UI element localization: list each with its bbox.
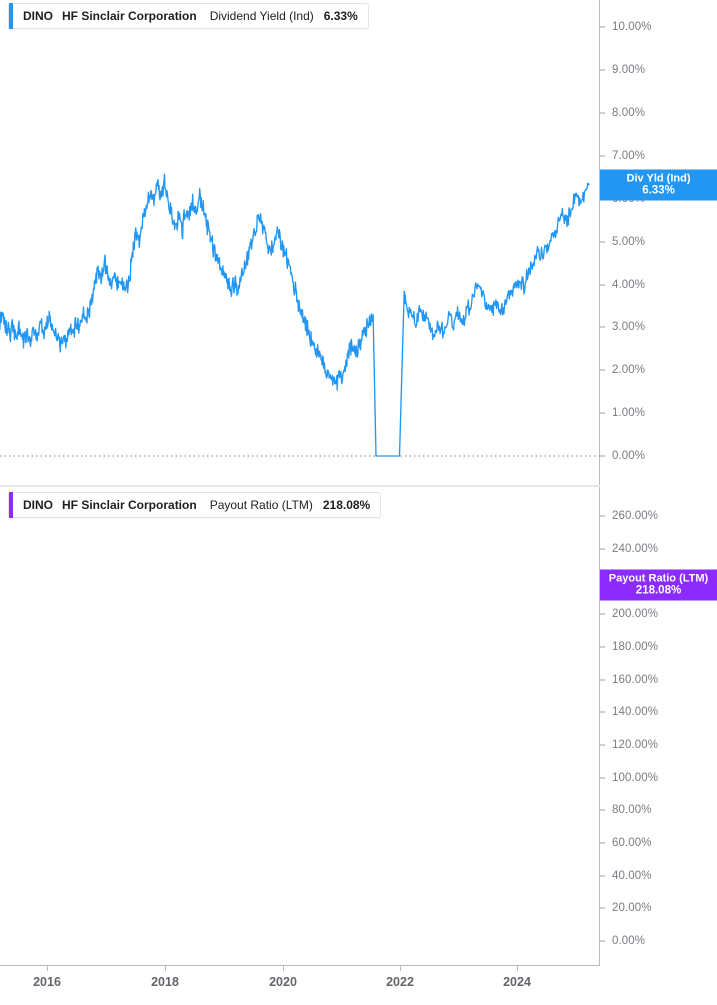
- x-tick-mark: [400, 965, 401, 971]
- legend-company-payout: HF Sinclair Corporation: [62, 498, 197, 512]
- badge-value-payout: 218.08%: [635, 584, 682, 597]
- y-tick-mark: [600, 455, 605, 457]
- y-tick-label: 140.00%: [612, 706, 659, 719]
- y-tick-mark: [600, 679, 605, 681]
- y-tick-mark: [600, 613, 605, 615]
- y-tick-label: 2.00%: [612, 364, 646, 377]
- legend-dividend-yield[interactable]: DINO HF Sinclair Corporation Dividend Yi…: [8, 3, 369, 29]
- legend-value-payout: 218.08%: [322, 498, 371, 512]
- legend-color-swatch-yield: [9, 3, 13, 29]
- legend-color-swatch-payout: [9, 492, 13, 518]
- financial-chart-page: DINO HF Sinclair Corporation Dividend Yi…: [0, 0, 717, 1005]
- y-tick-mark: [600, 646, 605, 648]
- y-tick-mark: [600, 26, 605, 28]
- x-tick-label: 2022: [386, 975, 414, 989]
- x-tick-label: 2018: [151, 975, 179, 989]
- y-tick-label: 3.00%: [612, 321, 646, 334]
- y-tick-label: 5.00%: [612, 235, 646, 248]
- dividend-yield-plot[interactable]: [0, 0, 600, 485]
- y-tick-label: 9.00%: [612, 64, 646, 77]
- legend-metric-yield: Dividend Yield (Ind): [209, 9, 314, 23]
- legend-ticker-yield: DINO: [23, 9, 53, 23]
- legend-payout-ratio[interactable]: DINO HF Sinclair Corporation Payout Rati…: [8, 492, 382, 518]
- x-tick-mark: [165, 965, 166, 971]
- legend-company-yield: HF Sinclair Corporation: [62, 9, 197, 23]
- current-value-badge-payout[interactable]: Payout Ratio (LTM) 218.08%: [600, 569, 717, 601]
- x-tick-label: 2024: [503, 975, 531, 989]
- y-tick-mark: [600, 155, 605, 157]
- badge-label-payout: Payout Ratio (LTM): [608, 572, 709, 585]
- y-tick-label: 60.00%: [612, 837, 652, 849]
- y-tick-label: 120.00%: [612, 739, 659, 751]
- x-tick-mark: [517, 965, 518, 971]
- payout-ratio-panel: [0, 487, 717, 965]
- y-tick-mark: [600, 241, 605, 243]
- y-tick-label: 180.00%: [612, 641, 659, 653]
- legend-metric-payout: Payout Ratio (LTM): [209, 498, 313, 512]
- badge-value-yield: 6.33%: [642, 184, 675, 197]
- y-tick-mark: [600, 940, 605, 942]
- x-tick-label: 2016: [33, 975, 61, 989]
- y-tick-mark: [600, 744, 605, 746]
- x-tick-mark: [47, 965, 48, 971]
- dividend-yield-line-svg: [0, 173, 600, 457]
- y-tick-label: 200.00%: [612, 608, 659, 621]
- dividend-yield-line: [0, 173, 590, 457]
- y-tick-mark: [600, 69, 605, 71]
- y-tick-mark: [600, 284, 605, 286]
- x-axis-line: [0, 965, 600, 966]
- y-tick-label: 0.00%: [612, 450, 646, 462]
- y-tick-mark: [600, 711, 605, 713]
- legend-value-yield: 6.33%: [323, 9, 358, 23]
- y-tick-label: 80.00%: [612, 804, 652, 817]
- y-tick-label: 40.00%: [612, 869, 652, 882]
- x-tick-mark: [283, 965, 284, 971]
- y-tick-label: 260.00%: [612, 510, 659, 523]
- y-tick-mark: [600, 842, 605, 844]
- current-value-badge-yield[interactable]: Div Yld (Ind) 6.33%: [600, 169, 717, 201]
- y-tick-label: 7.00%: [612, 150, 646, 162]
- y-tick-label: 20.00%: [612, 902, 652, 915]
- y-tick-mark: [600, 907, 605, 909]
- y-tick-mark: [600, 112, 605, 114]
- y-tick-mark: [600, 875, 605, 877]
- y-tick-mark: [600, 777, 605, 779]
- y-tick-label: 1.00%: [612, 407, 646, 420]
- dividend-yield-panel: [0, 0, 717, 485]
- y-tick-mark: [600, 369, 605, 371]
- y-tick-label: 10.00%: [612, 21, 652, 34]
- y-tick-label: 160.00%: [612, 673, 659, 686]
- legend-ticker-payout: DINO: [23, 498, 53, 512]
- y-tick-mark: [600, 548, 605, 550]
- y-tick-mark: [600, 809, 605, 811]
- y-tick-label: 4.00%: [612, 278, 646, 291]
- x-tick-label: 2020: [269, 975, 297, 989]
- y-tick-label: 240.00%: [612, 543, 659, 555]
- y-tick-label: 100.00%: [612, 771, 659, 784]
- y-tick-mark: [600, 326, 605, 328]
- payout-y-axis-line: [599, 487, 600, 965]
- y-tick-label: 8.00%: [612, 107, 646, 120]
- y-tick-label: 0.00%: [612, 935, 646, 947]
- y-tick-mark: [600, 515, 605, 517]
- y-tick-mark: [600, 412, 605, 414]
- badge-label-yield: Div Yld (Ind): [626, 172, 691, 185]
